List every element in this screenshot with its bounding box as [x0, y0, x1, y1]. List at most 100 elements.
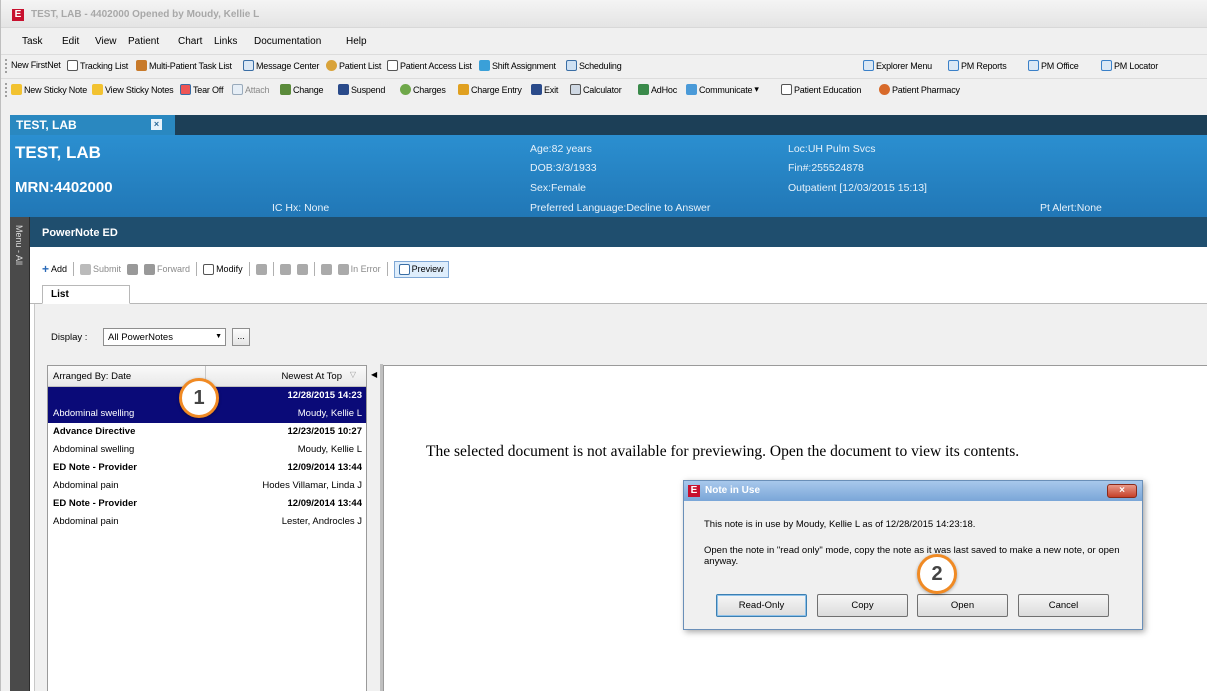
message-center-button[interactable]: Message Center	[243, 60, 319, 71]
cancel-button[interactable]: Cancel	[1018, 594, 1109, 617]
patient-pharmacy-button[interactable]: Patient Pharmacy	[879, 84, 960, 95]
collapse-left-icon[interactable]: ◀	[371, 370, 377, 379]
pm-reports-button[interactable]: PM Reports	[948, 60, 1007, 71]
toolbar-divider	[73, 262, 75, 276]
scheduling-icon	[566, 60, 577, 71]
multi-patient-icon	[136, 60, 147, 71]
add-button[interactable]: + Add	[42, 262, 67, 276]
shift-assignment-button[interactable]: Shift Assignment	[479, 60, 556, 71]
copy-note-button[interactable]	[255, 263, 267, 275]
new-sticky-note-label: New Sticky Note	[24, 84, 88, 95]
reassign-button[interactable]	[279, 263, 291, 275]
exit-button[interactable]: Exit	[531, 84, 558, 95]
new-firstnet-label: New FirstNet	[11, 60, 61, 70]
review-button[interactable]	[296, 263, 308, 275]
tear-off-icon	[180, 84, 191, 95]
suspend-icon	[338, 84, 349, 95]
copy-icon	[255, 263, 267, 275]
row-author: Lester, Androcles J	[281, 516, 362, 527]
row-date: 12/09/2014 13:44	[287, 498, 362, 509]
new-firstnet-button[interactable]: New FirstNet	[11, 60, 61, 70]
explorer-menu-label: Explorer Menu	[876, 60, 932, 71]
table-row[interactable]: ED Note - Provider 12/09/2014 13:44	[48, 495, 366, 513]
side-menu-toggle[interactable]: Menu - All	[10, 217, 30, 691]
adhoc-button[interactable]: AdHoc	[638, 84, 677, 95]
display-select[interactable]: All PowerNotes ▼	[103, 328, 226, 346]
menu-view[interactable]: View	[95, 36, 117, 47]
patient-education-icon	[781, 84, 792, 95]
patient-list-button[interactable]: Patient List	[326, 60, 381, 71]
row-title: ED Note - Provider	[53, 498, 137, 509]
preview-button[interactable]: Preview	[393, 260, 449, 278]
tracking-list-button[interactable]: Tracking List	[67, 60, 128, 71]
row-author: Moudy, Kellie L	[297, 408, 362, 419]
suspend-button[interactable]: Suspend	[338, 84, 385, 95]
in-error-button[interactable]: In Error	[337, 263, 381, 275]
sticky-note-icon	[11, 84, 22, 95]
attach-button[interactable]: Attach	[232, 84, 270, 95]
charge-entry-button[interactable]: Charge Entry	[458, 84, 522, 95]
copy-button[interactable]: Copy	[817, 594, 908, 617]
pm-office-label: PM Office	[1041, 60, 1079, 71]
row-date: 12/28/2015 14:23	[287, 390, 362, 401]
table-row[interactable]: Abdominal swelling Moudy, Kellie L	[48, 441, 366, 459]
preview-message: The selected document is not available f…	[426, 443, 1020, 460]
communicate-button[interactable]: Communicate ▾	[686, 84, 759, 95]
pm-locator-button[interactable]: PM Locator	[1101, 60, 1158, 71]
read-only-button[interactable]: Read-Only	[716, 594, 807, 617]
close-icon[interactable]: ×	[1107, 484, 1137, 498]
view-sticky-notes-button[interactable]: View Sticky Notes	[92, 84, 174, 95]
new-sticky-note-button[interactable]: New Sticky Note	[11, 84, 87, 95]
toolbar-grip[interactable]	[5, 83, 7, 97]
menu-patient[interactable]: Patient	[128, 36, 159, 47]
sort-order-header[interactable]: Newest At Top	[281, 371, 342, 382]
attach-icon	[232, 84, 243, 95]
table-row[interactable]: Advance Directive 12/23/2015 10:27	[48, 423, 366, 441]
forward-button[interactable]: Forward	[144, 263, 190, 275]
menu-edit[interactable]: Edit	[62, 36, 79, 47]
patient-education-button[interactable]: Patient Education	[781, 84, 861, 95]
menu-chart[interactable]: Chart	[178, 36, 202, 47]
calculator-label: Calculator	[583, 84, 622, 95]
shift-assignment-icon	[479, 60, 490, 71]
communicate-icon	[686, 84, 697, 95]
menu-links[interactable]: Links	[214, 36, 237, 47]
change-button[interactable]: Change	[280, 84, 324, 95]
patient-tab-strip: TEST, LAB ×	[10, 115, 1207, 135]
modify-button[interactable]: Modify	[203, 263, 243, 275]
preferred-language: Preferred Language:Decline to Answer	[530, 202, 711, 214]
charges-button[interactable]: Charges	[400, 84, 446, 95]
in-error-label: In Error	[350, 264, 381, 274]
tab-list[interactable]: List	[42, 285, 130, 304]
pm-office-button[interactable]: PM Office	[1028, 60, 1079, 71]
table-row[interactable]: Abdominal pain Hodes Villamar, Linda J	[48, 477, 366, 495]
sign-icon[interactable]	[127, 263, 139, 275]
plus-icon: +	[42, 262, 50, 276]
patient-tab[interactable]: TEST, LAB ×	[10, 115, 175, 135]
scheduling-button[interactable]: Scheduling	[566, 60, 622, 71]
exit-icon	[531, 84, 542, 95]
calculator-button[interactable]: Calculator	[570, 84, 622, 95]
menu-help[interactable]: Help	[346, 36, 367, 47]
arranged-by-header[interactable]: Arranged By: Date	[53, 371, 131, 382]
tracking-list-label: Tracking List	[80, 60, 129, 71]
submit-button[interactable]: Submit	[80, 263, 121, 275]
menu-task[interactable]: Task	[22, 36, 43, 47]
tear-off-button[interactable]: Tear Off	[180, 84, 223, 95]
title-bar: E TEST, LAB - 4402000 Opened by Moudy, K…	[1, 0, 1207, 28]
change-label: Change	[293, 84, 324, 95]
multi-patient-task-list-button[interactable]: Multi-Patient Task List	[136, 60, 232, 71]
table-row[interactable]: ED Note - Provider 12/09/2014 13:44	[48, 459, 366, 477]
toolbar-grip[interactable]	[5, 59, 7, 73]
explorer-menu-button[interactable]: Explorer Menu	[863, 60, 932, 71]
close-icon[interactable]: ×	[151, 119, 162, 130]
open-button[interactable]: Open	[917, 594, 1008, 617]
display-options-button[interactable]: ...	[232, 328, 250, 346]
section-title: PowerNote ED	[30, 217, 1207, 247]
table-row[interactable]: Abdominal pain Lester, Androcles J	[48, 513, 366, 531]
print-button[interactable]	[320, 263, 332, 275]
menu-documentation[interactable]: Documentation	[254, 36, 321, 47]
patient-access-list-button[interactable]: Patient Access List	[387, 60, 472, 71]
row-subject: Abdominal swelling	[53, 444, 135, 455]
display-select-value: All PowerNotes	[108, 332, 173, 343]
